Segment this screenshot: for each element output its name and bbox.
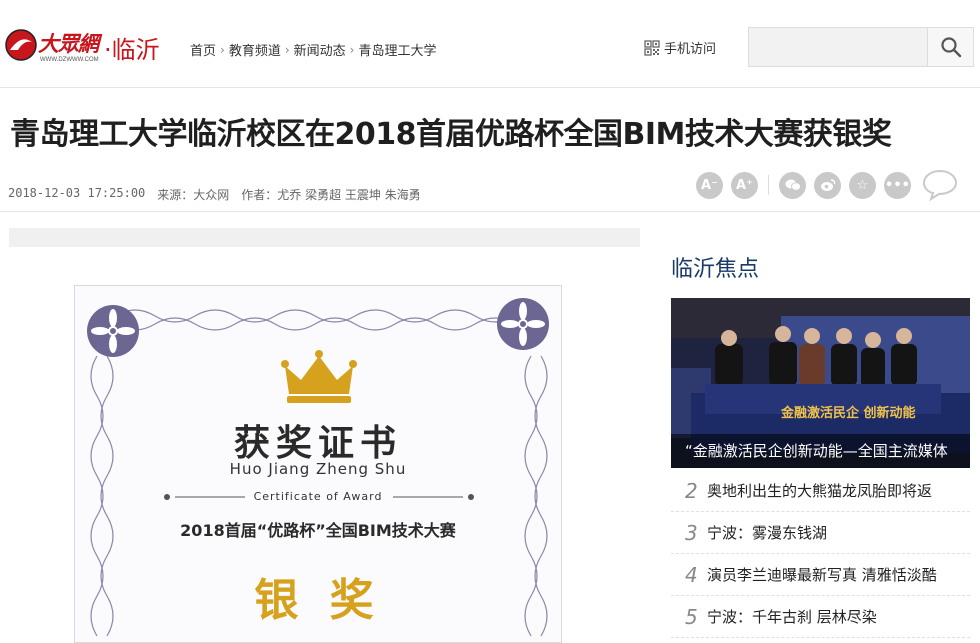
search-input[interactable]	[749, 28, 929, 66]
breadcrumb-education[interactable]: 教育频道	[229, 40, 281, 59]
channel-city[interactable]: ·临沂	[104, 30, 160, 65]
breadcrumb: 首页 › 教育频道 › 新闻动态 › 青岛理工大学	[190, 40, 437, 60]
breadcrumb-home[interactable]: 首页	[190, 40, 216, 59]
news-title[interactable]: 宁波：雾漫东钱湖	[707, 522, 827, 543]
certificate-image: 获奖证书 Huo Jiang Zheng Shu Certificate of …	[74, 285, 562, 643]
news-title[interactable]: 宁波：千年古刹 层林尽染	[707, 606, 877, 627]
article-meta: 2018-12-03 17:25:00 来源：大众网 作者：尤乔 梁勇超 王震坤…	[8, 186, 421, 203]
feature-banner-text: 金融激活民企 创新动能	[781, 406, 916, 421]
weibo-icon[interactable]	[814, 171, 841, 199]
article-authors: 作者：尤乔 梁勇超 王震坤 朱海勇	[241, 188, 421, 202]
search-box	[748, 27, 974, 67]
more-icon[interactable]: •••	[884, 171, 911, 199]
breadcrumb-news[interactable]: 新闻动态	[294, 40, 346, 59]
logo-text: 大眾網	[38, 31, 99, 56]
feature-caption[interactable]: “金融激活民企创新动能—全国主流媒体	[671, 434, 970, 468]
news-rank: 2	[685, 478, 698, 503]
logo-url: WWW.DZWWW.COM	[40, 57, 99, 63]
breadcrumb-university[interactable]: 青岛理工大学	[358, 40, 436, 59]
comment-icon[interactable]	[921, 168, 959, 202]
corner-medallion-right	[497, 298, 549, 350]
chevron-right-icon: ›	[349, 42, 355, 57]
news-rank: 5	[685, 604, 698, 629]
news-title[interactable]: 演员李兰迪曝最新写真 清雅恬淡酷	[707, 564, 937, 585]
list-item[interactable]: 4 演员李兰迪曝最新写真 清雅恬淡酷	[671, 554, 970, 596]
feature-image[interactable]: 金融激活民企 创新动能 “金融激活民企创新动能—全国主流媒体	[671, 298, 970, 468]
news-rank: 3	[685, 520, 698, 545]
sidebar-title: 临沂焦点	[671, 257, 760, 282]
article-title: 青岛理工大学临沂校区在2018首届优路杯全国BIM技术大赛获银奖	[10, 117, 892, 152]
font-increase-icon[interactable]: A⁺	[731, 171, 758, 199]
tools-divider	[768, 175, 769, 195]
corner-medallion-left	[87, 305, 139, 357]
header-divider	[0, 211, 980, 212]
chevron-right-icon: ›	[284, 42, 290, 57]
news-rank: 4	[685, 562, 698, 587]
wechat-icon[interactable]	[779, 171, 806, 199]
certificate-pinyin: Huo Jiang Zheng Shu	[229, 460, 407, 478]
focus-news-list: 2 奥地利出生的大熊猫龙凤胎即将返 3 宁波：雾漫东钱湖 4 演员李兰迪曝最新写…	[671, 470, 970, 638]
list-item[interactable]: 5 宁波：千年古刹 层林尽染	[671, 596, 970, 638]
list-item[interactable]: 3 宁波：雾漫东钱湖	[671, 512, 970, 554]
list-item[interactable]: 2 奥地利出生的大熊猫龙凤胎即将返	[671, 470, 970, 512]
mobile-access-label: 手机访问	[664, 42, 717, 57]
content-top-bar	[9, 228, 640, 247]
logo-mark-icon	[5, 29, 37, 61]
article-datetime: 2018-12-03 17:25:00	[8, 186, 146, 200]
search-button[interactable]	[927, 28, 973, 66]
mobile-access-link[interactable]: 手机访问	[644, 38, 716, 57]
chevron-right-icon: ›	[220, 42, 225, 57]
favorite-icon[interactable]: ☆	[849, 171, 876, 199]
certificate-event: 2018首届“优路杯”全国BIM技术大赛	[180, 521, 456, 540]
article-source: 来源：大众网	[157, 188, 230, 202]
qr-code-icon	[644, 39, 660, 56]
search-icon	[940, 37, 961, 58]
site-header: 大眾網 WWW.DZWWW.COM ·临沂 首页 › 教育频道 › 新闻动态 ›…	[0, 0, 980, 88]
certificate-subtitle: Certificate of Award	[253, 490, 383, 503]
certificate-award: 银 奖	[254, 575, 382, 626]
news-title[interactable]: 奥地利出生的大熊猫龙凤胎即将返	[707, 480, 932, 501]
site-logo[interactable]: 大眾網 WWW.DZWWW.COM	[4, 24, 100, 70]
certificate-title: 获奖证书	[233, 422, 402, 464]
article-tools: A⁻ A⁺ ☆ •••	[696, 168, 959, 202]
font-decrease-icon[interactable]: A⁻	[696, 171, 723, 199]
